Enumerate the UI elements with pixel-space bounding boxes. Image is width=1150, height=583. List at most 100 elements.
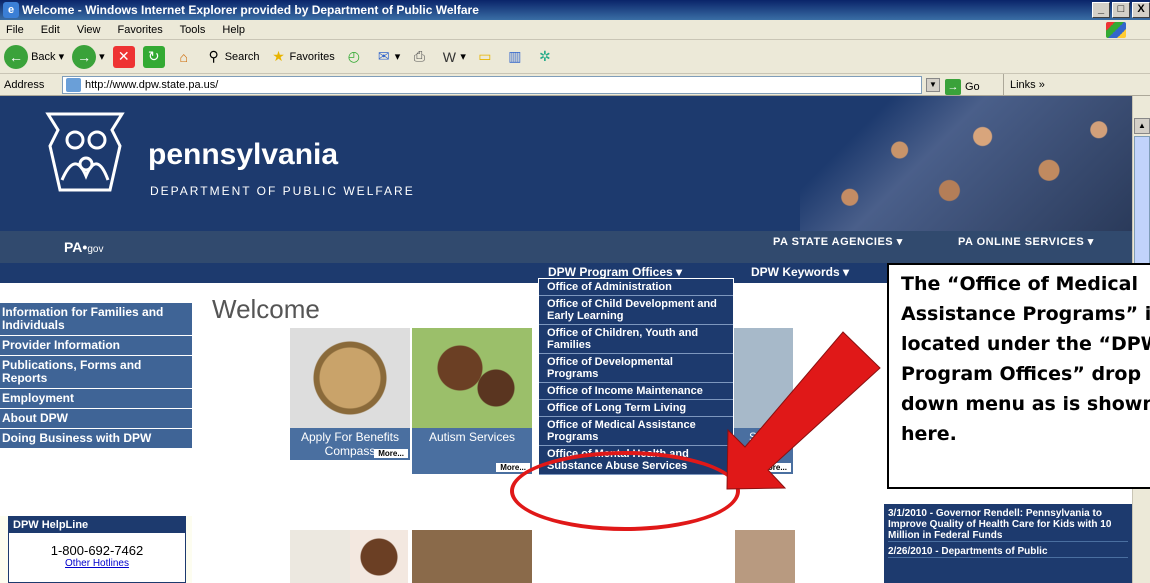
scroll-thumb[interactable] bbox=[1134, 136, 1150, 266]
menu-item-income[interactable]: Office of Income Maintenance bbox=[539, 383, 733, 400]
tile-caption: Autism Services bbox=[428, 430, 516, 444]
refresh-icon[interactable]: ↻ bbox=[142, 45, 165, 68]
pagov-bar: PA•gov PA STATE AGENCIES ▾ PA ONLINE SER… bbox=[0, 231, 1132, 263]
links-label: Links bbox=[1010, 79, 1036, 91]
minimize-button[interactable]: _ bbox=[1092, 2, 1110, 18]
highlight-ellipse bbox=[510, 451, 740, 531]
search-label: Search bbox=[224, 50, 260, 63]
sidebar-item-business[interactable]: Doing Business with DPW bbox=[0, 429, 192, 449]
research-icon[interactable]: ▥ bbox=[504, 46, 526, 68]
home-icon[interactable]: ⌂ bbox=[173, 46, 195, 68]
forward-button[interactable]: → ▾ bbox=[72, 44, 105, 69]
menu-item-children-youth[interactable]: Office of Children, Youth and Families bbox=[539, 325, 733, 354]
address-bar: Address http://www.dpw.state.pa.us/ ▼ → G… bbox=[0, 74, 1150, 96]
tile-state[interactable]: State More... bbox=[733, 328, 793, 474]
go-button[interactable]: → Go bbox=[945, 76, 980, 98]
pa-text: PA bbox=[64, 239, 83, 255]
page-title: Welcome bbox=[212, 294, 320, 324]
helpline-number: 1-800-692-7462 bbox=[50, 543, 144, 558]
menu-item-developmental[interactable]: Office of Developmental Programs bbox=[539, 354, 733, 383]
menu-file[interactable]: File bbox=[6, 24, 24, 36]
search-button[interactable]: ⚲ Search bbox=[203, 46, 260, 68]
site-header: pennsylvania DEPARTMENT OF PUBLIC WELFAR… bbox=[0, 96, 1132, 231]
menu-view[interactable]: View bbox=[77, 24, 101, 36]
sidebar-item-employment[interactable]: Employment bbox=[0, 389, 192, 409]
ie-icon: e bbox=[3, 2, 19, 18]
browser-window: e Welcome - Windows Internet Explorer pr… bbox=[0, 0, 1150, 583]
tile-image-woman bbox=[350, 530, 408, 583]
other-hotlines-link[interactable]: Other Hotlines bbox=[9, 558, 185, 569]
menu-item-child-development[interactable]: Office of Child Development and Early Le… bbox=[539, 296, 733, 325]
back-label: Back bbox=[31, 50, 56, 63]
helpline-title: DPW HelpLine bbox=[9, 517, 185, 533]
program-offices-dropdown: Office of Administration Office of Child… bbox=[538, 278, 734, 476]
news-item[interactable]: 2/26/2010 - Departments of Public bbox=[888, 546, 1128, 558]
toolbar: ← Back ▾ → ▾ ✕ ↻ ⌂ ⚲ Search ★ Favorites ◴ … bbox=[0, 40, 1150, 74]
favorites-button[interactable]: ★ Favorites bbox=[268, 46, 335, 68]
menu-favorites[interactable]: Favorites bbox=[118, 24, 163, 36]
address-input[interactable]: http://www.dpw.state.pa.us/ bbox=[62, 76, 922, 94]
back-arrow-icon: ← bbox=[4, 44, 28, 69]
windows-logo-icon bbox=[1106, 22, 1126, 38]
news-panel: 3/1/2010 - Governor Rendell: Pennsylvani… bbox=[884, 504, 1132, 583]
more-link[interactable]: More... bbox=[374, 449, 408, 458]
close-button[interactable]: X bbox=[1132, 2, 1150, 18]
keystone-logo-icon bbox=[45, 112, 125, 192]
go-label: Go bbox=[965, 81, 980, 93]
tile-image-person bbox=[735, 530, 795, 583]
pa-online-services-menu[interactable]: PA ONLINE SERVICES ▾ bbox=[958, 235, 1094, 248]
sidebar-item-about[interactable]: About DPW bbox=[0, 409, 192, 429]
menu-edit[interactable]: Edit bbox=[41, 24, 60, 36]
more-link[interactable]: More... bbox=[757, 463, 791, 472]
history-icon[interactable]: ◴ bbox=[343, 46, 365, 68]
dpw-keywords-menu[interactable]: DPW Keywords ▾ bbox=[751, 265, 849, 279]
mail-icon[interactable]: ✉ bbox=[373, 46, 395, 68]
page-icon bbox=[66, 78, 81, 92]
pa-state-agencies-menu[interactable]: PA STATE AGENCIES ▾ bbox=[773, 235, 903, 248]
gov-text: gov bbox=[87, 244, 104, 255]
state-image bbox=[733, 328, 793, 428]
sidebar: Information for Families and Individuals… bbox=[0, 303, 192, 449]
department-name: DEPARTMENT OF PUBLIC WELFARE bbox=[150, 184, 415, 198]
back-button[interactable]: ← Back ▾ bbox=[4, 44, 64, 69]
tile-caption: State bbox=[748, 430, 778, 444]
print-icon[interactable]: ⎙ bbox=[408, 46, 430, 68]
news-item[interactable]: 3/1/2010 - Governor Rendell: Pennsylvani… bbox=[888, 508, 1128, 542]
menu-item-administration[interactable]: Office of Administration bbox=[539, 279, 733, 296]
sidebar-item-provider[interactable]: Provider Information bbox=[0, 336, 192, 356]
menu-tools[interactable]: Tools bbox=[180, 24, 206, 36]
scroll-up-icon[interactable]: ▲ bbox=[1134, 118, 1150, 134]
compass-image bbox=[290, 328, 410, 428]
address-dropdown-icon[interactable]: ▼ bbox=[926, 78, 940, 92]
search-icon: ⚲ bbox=[208, 48, 219, 64]
sidebar-item-families[interactable]: Information for Families and Individuals bbox=[0, 303, 192, 336]
site-brand: pennsylvania bbox=[148, 138, 339, 171]
links-button[interactable]: Links » bbox=[1003, 74, 1045, 96]
helpline-panel: DPW HelpLine 1-800-692-7462 Other Hotlin… bbox=[0, 516, 192, 583]
dpw-program-offices-menu[interactable]: DPW Program Offices ▾ bbox=[548, 265, 682, 279]
edit-icon[interactable]: W bbox=[438, 46, 460, 68]
menu-help[interactable]: Help bbox=[222, 24, 245, 36]
menu-bar: File Edit View Favorites Tools Help bbox=[0, 20, 1150, 40]
sidebar-item-publications[interactable]: Publications, Forms and Reports bbox=[0, 356, 192, 389]
favorites-label: Favorites bbox=[289, 50, 335, 63]
address-url: http://www.dpw.state.pa.us/ bbox=[85, 79, 219, 91]
menu-item-medical-assistance[interactable]: Office of Medical Assistance Programs bbox=[539, 417, 733, 446]
maximize-button[interactable]: □ bbox=[1112, 2, 1130, 18]
address-label: Address bbox=[4, 79, 45, 91]
stop-icon[interactable]: ✕ bbox=[112, 45, 135, 68]
forward-arrow-icon: → bbox=[72, 44, 97, 69]
tile-autism-services[interactable]: Autism Services More... bbox=[412, 328, 532, 474]
go-arrow-icon: → bbox=[945, 79, 961, 95]
annotation-callout: The “Office of Medical Assistance Progra… bbox=[887, 263, 1150, 489]
family-image bbox=[412, 328, 532, 428]
title-bar: e Welcome - Windows Internet Explorer pr… bbox=[0, 0, 1150, 20]
menu-item-long-term-living[interactable]: Office of Long Term Living bbox=[539, 400, 733, 417]
messenger-icon[interactable]: ✲ bbox=[534, 46, 556, 68]
pagov-logo[interactable]: PA•gov bbox=[64, 239, 103, 255]
window-title: Welcome - Windows Internet Explorer prov… bbox=[22, 3, 479, 17]
folder-icon[interactable]: ▭ bbox=[474, 46, 496, 68]
tile-image-building bbox=[412, 530, 532, 583]
favorites-star-icon: ★ bbox=[272, 48, 285, 64]
tile-apply-benefits[interactable]: Apply For Benefits Compass More... bbox=[290, 328, 410, 460]
